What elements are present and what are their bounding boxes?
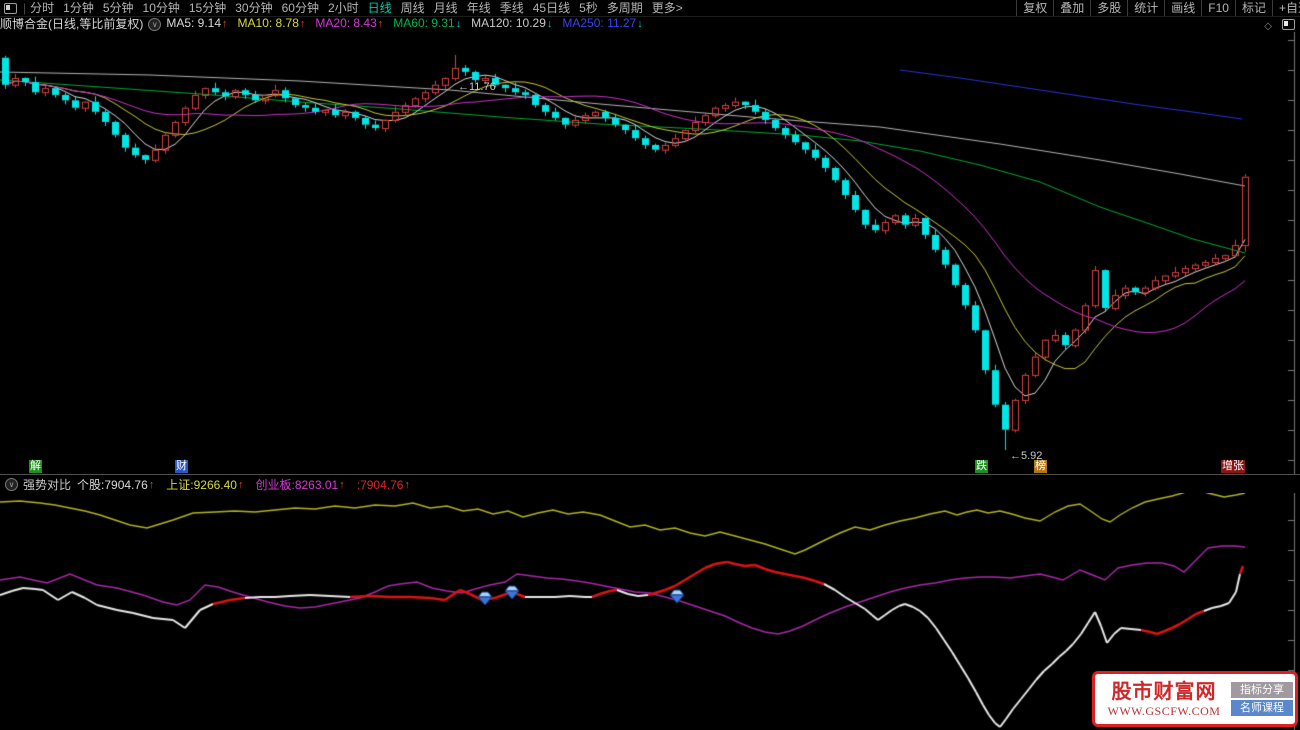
event-tag-增张[interactable]: 增张 [1221, 460, 1245, 473]
legend-label: 上证: [166, 478, 194, 492]
ma-legend: MA5: 9.14↑ MA10: 8.78↑ MA20: 8.43↑ MA60: 9.… [166, 16, 642, 32]
ma-trend-arrow: ↑ [222, 18, 228, 30]
event-tag-解[interactable]: 解 [29, 460, 42, 473]
ma-trend-arrow: ↑ [377, 18, 384, 30]
legend-label: 个股: [77, 478, 105, 492]
title-bar: 顺博合金(日线,等比前复权) ∨ MA5: 9.14↑ MA10: 8.78↑ MA… [0, 16, 1300, 32]
period-tab-60分钟[interactable]: 60分钟 [282, 0, 319, 16]
candlestick-chart-canvas[interactable] [0, 32, 1300, 474]
watermark-badge-1: 名师课程 [1231, 700, 1293, 716]
ma-trend-arrow: ↓ [637, 18, 643, 30]
legend-item-3: : 7904.76 ↑ [357, 478, 410, 492]
toolbar-button-画线[interactable]: 画线 [1164, 0, 1201, 16]
ma-trend-arrow: ↓ [546, 18, 553, 30]
main-chart-area: ←11.76 ←5.92 解财跌榜增张 [0, 32, 1300, 474]
indicator-header: ∨ 强势对比 个股: 7904.76 ↑ 上证: 9266.40 ↑ 创业板: 8263… [0, 474, 1300, 494]
ma-label-3: MA60: 9.31↓ [393, 16, 461, 32]
ma-label-text: MA5: 9.14 [166, 16, 222, 30]
collapse-chart-icon[interactable]: ∨ [148, 17, 162, 31]
legend-trend-arrow: ↑ [404, 478, 410, 491]
legend-item-2: 创业板: 8263.01 ↑ [255, 476, 344, 493]
toolbar-button-叠加[interactable]: 叠加 [1053, 0, 1090, 16]
event-tag-榜[interactable]: 榜 [1034, 460, 1047, 473]
toolbar-button-+自选[interactable]: +自选 [1271, 0, 1300, 16]
toolbar-button-标记[interactable]: 标记 [1234, 0, 1272, 16]
ma-label-1: MA10: 8.78↑ [238, 16, 306, 32]
period-tab-5秒[interactable]: 5秒 [579, 0, 598, 16]
legend-trend-arrow: ↑ [339, 478, 345, 491]
period-tab-1分钟[interactable]: 1分钟 [63, 0, 94, 16]
toolbar-button-复权[interactable]: 复权 [1016, 0, 1053, 16]
ma-label-text: MA60: 9.31 [393, 16, 455, 30]
stock-app-window: { "toolbar": { "periods": ["分时","1分钟","5… [0, 0, 1300, 730]
ma-label-text: MA250: 11.27 [562, 16, 637, 30]
watermark-badges: 指标分享 名师课程 [1231, 682, 1293, 716]
ma-label-0: MA5: 9.14↑ [166, 16, 227, 32]
event-tag-跌[interactable]: 跌 [975, 460, 988, 473]
period-tab-分时[interactable]: 分时 [30, 0, 54, 16]
ma-label-text: MA120: 10.29 [471, 16, 546, 30]
watermark-badge-0: 指标分享 [1231, 682, 1293, 698]
indicator-legend: 个股: 7904.76 ↑ 上证: 9266.40 ↑ 创业板: 8263.01 ↑: 7… [77, 476, 418, 493]
period-tab-30分钟[interactable]: 30分钟 [235, 0, 272, 16]
legend-trend-arrow: ↑ [148, 478, 155, 491]
period-tab-日线[interactable]: 日线 [368, 0, 392, 16]
ma-label-2: MA20: 8.43↑ [315, 16, 383, 32]
ma-label-4: MA120: 10.29↓ [471, 16, 552, 32]
toolbar-separator: | [23, 1, 27, 15]
period-tab-2小时[interactable]: 2小时 [328, 0, 359, 16]
legend-value: 8263.01 [294, 477, 339, 492]
ma-trend-arrow: ↓ [455, 18, 462, 30]
window-panel-icon[interactable] [4, 2, 17, 14]
legend-value: 7904.76 [360, 477, 404, 492]
legend-item-1: 上证: 9266.40 ↑ [166, 476, 243, 493]
period-tab-15分钟[interactable]: 15分钟 [189, 0, 226, 16]
indicator-name: 强势对比 [23, 478, 72, 492]
watermark-text: 股市财富网 WWW.GSCFW.COM [1097, 680, 1231, 719]
period-tab-多周期[interactable]: 多周期 [607, 0, 643, 16]
legend-value: 9266.40 [193, 477, 237, 492]
toolbar-button-多股[interactable]: 多股 [1090, 0, 1127, 16]
right-toolbar: 复权叠加多股统计画线F10标记+自选 [1016, 0, 1300, 16]
high-price-label: ←11.76 [458, 81, 496, 93]
ma-label-5: MA250: 11.27↓ [562, 16, 642, 32]
period-tabs: 分时 1分钟 5分钟 10分钟 15分钟 30分钟 60分钟 2小时 日线 周线 月线 年线 季线 45日… [30, 0, 683, 16]
period-tab-10分钟[interactable]: 10分钟 [143, 0, 180, 16]
toolbar-button-统计[interactable]: 统计 [1127, 0, 1164, 16]
watermark-box: 股市财富网 WWW.GSCFW.COM 指标分享名师课程 [1092, 671, 1298, 727]
ma-trend-arrow: ↑ [299, 18, 306, 30]
indicator-panel-area: 股市财富网 WWW.GSCFW.COM 指标分享名师课程 [0, 493, 1300, 730]
toolbar-button-F10[interactable]: F10 [1201, 0, 1235, 16]
legend-item-0: 个股: 7904.76 ↑ [77, 476, 154, 493]
ma-label-text: MA10: 8.78 [237, 16, 299, 30]
watermark-site-name: 股市财富网 [1111, 680, 1217, 703]
legend-value: 7904.76 [104, 477, 148, 492]
collapse-indicator-icon[interactable]: ∨ [5, 478, 18, 491]
legend-label: 创业板: [255, 478, 295, 492]
period-tab-5分钟[interactable]: 5分钟 [103, 0, 134, 16]
split-panel-icon[interactable] [1282, 19, 1295, 30]
period-tab-年线[interactable]: 年线 [467, 0, 491, 16]
instrument-title: 顺博合金(日线,等比前复权) [0, 16, 144, 31]
period-toolbar: | 分时 1分钟 5分钟 10分钟 15分钟 30分钟 60分钟 2小时 日线 周线 月线 年线 季线 4… [0, 0, 1300, 17]
period-tab-季线[interactable]: 季线 [500, 0, 524, 16]
legend-trend-arrow: ↑ [237, 478, 244, 491]
period-tab-更多>[interactable]: 更多> [652, 0, 683, 16]
period-tab-月线[interactable]: 月线 [434, 0, 458, 16]
period-tab-45日线[interactable]: 45日线 [533, 0, 570, 16]
ma-label-text: MA20: 8.43 [315, 16, 377, 30]
period-tab-周线[interactable]: 周线 [401, 0, 425, 16]
event-tag-财[interactable]: 财 [175, 460, 188, 473]
watermark-url: WWW.GSCFW.COM [1107, 703, 1221, 718]
